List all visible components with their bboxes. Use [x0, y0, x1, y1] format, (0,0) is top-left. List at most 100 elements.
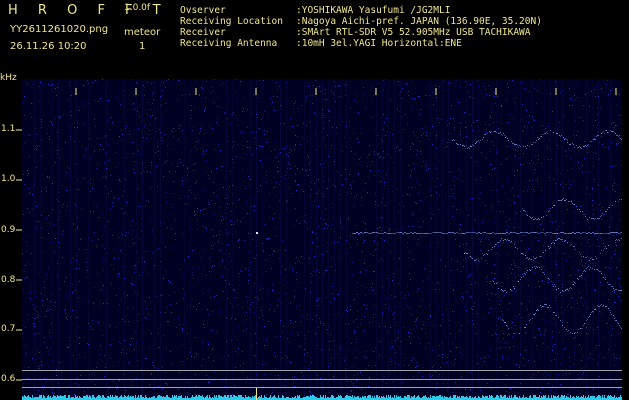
- signal-trace: [571, 201, 572, 202]
- noise-speck: [335, 101, 336, 102]
- noise-speck: [404, 309, 405, 310]
- noise-speck: [303, 123, 304, 124]
- noise-speck: [538, 328, 539, 329]
- noise-speck: [95, 384, 96, 385]
- signal-trace: [596, 258, 597, 259]
- noise-speck: [251, 383, 252, 384]
- noise-speck: [284, 189, 285, 190]
- signal-trace: [600, 216, 601, 217]
- noise-speck: [125, 235, 126, 236]
- noise-speck: [578, 374, 579, 375]
- baseline-bar: [218, 395, 219, 400]
- noise-speck: [144, 262, 145, 263]
- noise-speck: [227, 203, 228, 204]
- baseline-bar: [325, 395, 326, 400]
- noise-speck: [59, 247, 60, 248]
- noise-speck: [557, 248, 558, 249]
- noise-speck: [596, 207, 597, 208]
- noise-speck: [44, 386, 45, 387]
- noise-speck: [487, 281, 488, 282]
- noise-speck: [573, 281, 574, 282]
- noise-speck: [508, 122, 509, 123]
- noise-speck: [402, 228, 403, 229]
- signal-trace: [597, 269, 598, 270]
- signal-trace: [506, 292, 507, 293]
- baseline-bar: [298, 396, 299, 400]
- signal-trace: [518, 281, 519, 282]
- noise-speck: [114, 197, 115, 198]
- noise-speck: [428, 168, 429, 169]
- baseline-bar: [543, 395, 544, 400]
- signal-trace: [463, 145, 464, 146]
- noise-speck: [279, 218, 280, 219]
- noise-speck: [105, 135, 106, 136]
- noise-speck: [212, 128, 213, 129]
- noise-speck: [323, 389, 324, 390]
- noise-speck: [339, 85, 340, 86]
- noise-speck: [489, 95, 490, 96]
- noise-speck: [176, 327, 177, 328]
- noise-speck: [137, 314, 138, 315]
- signal-trace: [532, 217, 533, 218]
- noise-speck: [429, 265, 430, 266]
- noise-speck: [63, 204, 64, 205]
- noise-speck: [555, 221, 556, 222]
- noise-speck: [584, 316, 585, 317]
- noise-speck: [319, 190, 320, 191]
- noise-speck: [48, 366, 49, 367]
- noise-speck: [351, 188, 352, 189]
- noise-speck: [125, 390, 126, 391]
- noise-speck: [240, 81, 241, 82]
- noise-speck: [39, 273, 40, 274]
- noise-speck: [399, 258, 400, 259]
- noise-speck: [50, 121, 51, 122]
- noise-speck: [204, 110, 205, 111]
- baseline-bar: [545, 395, 546, 400]
- noise-speck: [417, 291, 418, 292]
- noise-speck: [177, 166, 178, 167]
- noise-speck: [162, 354, 163, 355]
- noise-speck: [377, 244, 378, 245]
- noise-speck: [396, 147, 397, 148]
- noise-speck: [243, 372, 244, 373]
- baseline-bar: [172, 395, 173, 400]
- noise-speck: [620, 300, 621, 301]
- noise-speck: [159, 129, 160, 130]
- noise-speck: [528, 248, 529, 249]
- noise-speck: [490, 350, 491, 351]
- signal-trace: [599, 306, 600, 307]
- noise-speck: [48, 215, 49, 216]
- noise-speck: [518, 267, 519, 268]
- noise-speck: [216, 122, 217, 123]
- signal-trace: [526, 258, 527, 259]
- noise-speck: [105, 176, 106, 177]
- noise-speck: [50, 348, 51, 349]
- noise-speck: [315, 333, 316, 334]
- noise-speck: [247, 141, 248, 142]
- noise-speck: [25, 265, 26, 266]
- signal-trace: [511, 290, 512, 291]
- noise-speck: [227, 269, 228, 270]
- baseline-bar: [264, 395, 265, 400]
- carrier-trace: [378, 233, 380, 234]
- signal-trace: [585, 257, 586, 258]
- carrier-trace: [590, 233, 592, 234]
- noise-speck: [87, 80, 88, 81]
- signal-trace: [581, 256, 582, 257]
- noise-speck: [210, 297, 211, 298]
- noise-speck: [475, 282, 476, 283]
- noise-speck: [90, 158, 91, 159]
- noise-speck: [43, 389, 44, 390]
- signal-trace: [496, 283, 497, 284]
- noise-speck: [583, 120, 584, 121]
- noise-speck: [27, 276, 28, 277]
- noise-speck: [584, 265, 585, 266]
- signal-trace: [615, 240, 616, 241]
- noise-speck: [364, 263, 365, 264]
- noise-speck: [485, 157, 486, 158]
- noise-speck: [36, 134, 37, 135]
- noise-speck: [545, 128, 546, 129]
- noise-speck: [132, 104, 133, 105]
- noise-speck: [501, 347, 502, 348]
- signal-trace: [559, 135, 560, 136]
